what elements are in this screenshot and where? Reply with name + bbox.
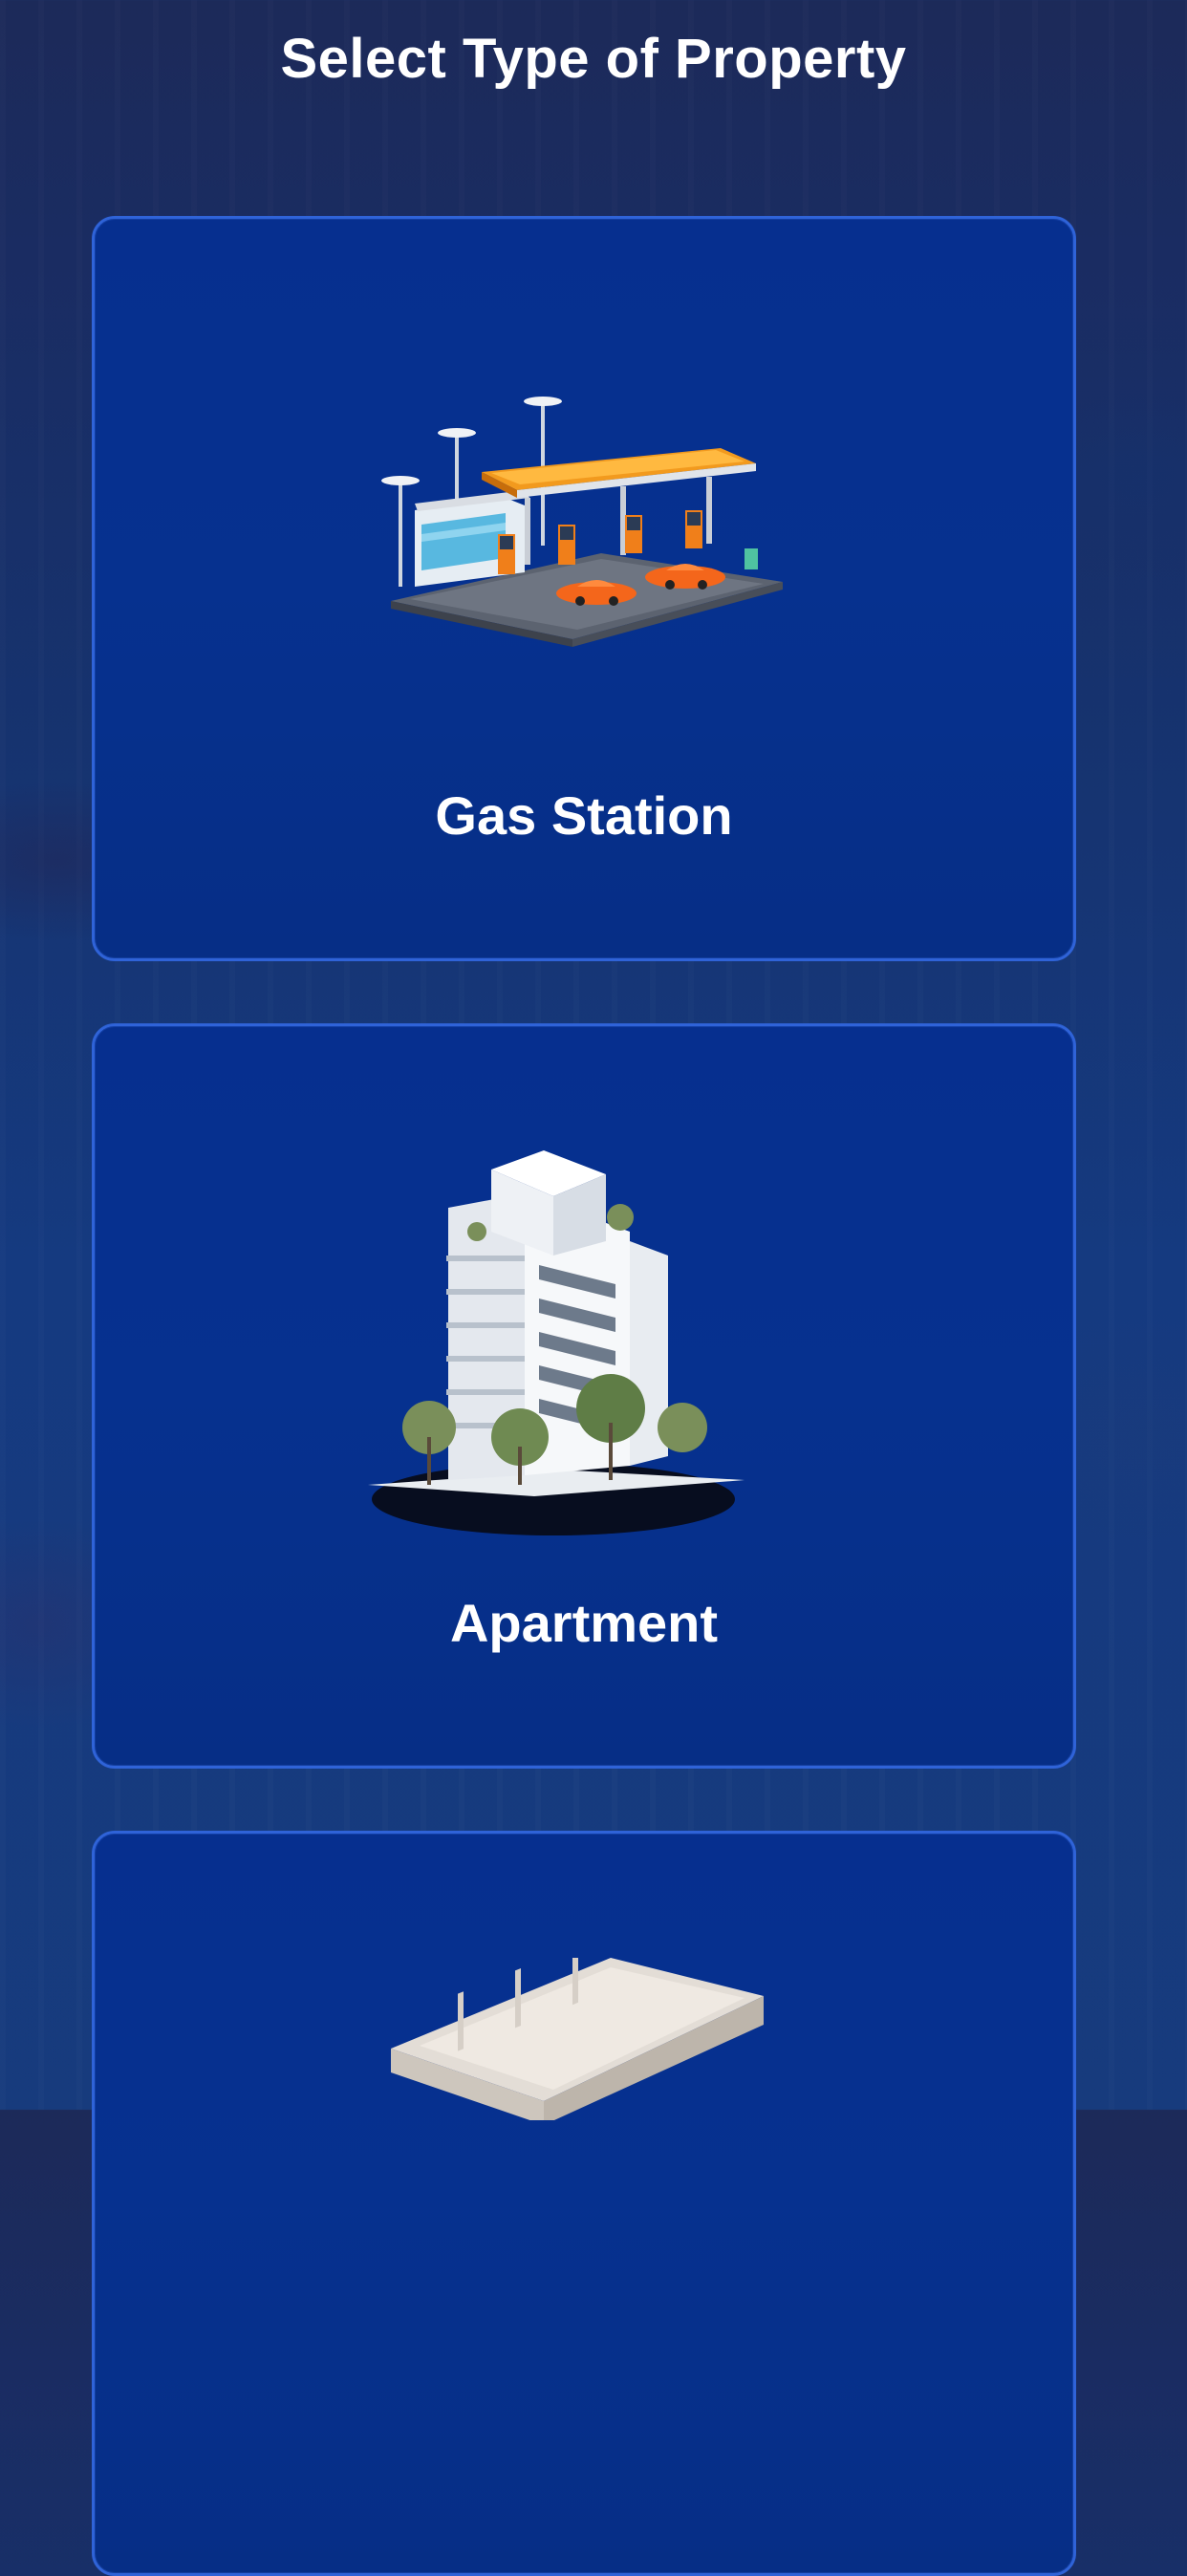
property-card-label: Apartment <box>449 1593 719 1653</box>
property-card-label: Gas Station <box>435 785 733 846</box>
gas-station-illustration <box>381 397 783 647</box>
property-card-gas-station[interactable]: Gas Station <box>92 216 1076 961</box>
property-card-warehouse[interactable] <box>92 1831 1076 2576</box>
property-card-apartment[interactable]: Apartment <box>92 1023 1076 1769</box>
apartment-building-illustration <box>368 1150 745 1535</box>
page-title: Select Type of Property <box>280 28 907 90</box>
warehouse-illustration <box>391 1958 764 2120</box>
